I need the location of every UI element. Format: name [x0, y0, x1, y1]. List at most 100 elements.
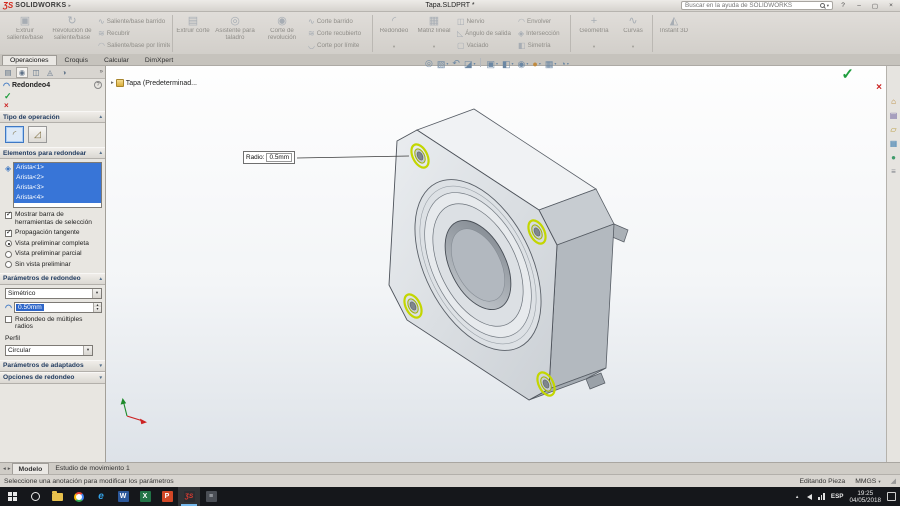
revolved-cut-button[interactable]: ◉ Corte de revolución — [259, 14, 305, 53]
menu-expand-icon[interactable]: ▸ — [68, 3, 71, 9]
dropdown-caret-icon[interactable] — [539, 57, 541, 69]
dropdown-caret-icon[interactable] — [473, 57, 475, 69]
boundary-boss-button[interactable]: ◠ Saliente/base por límite — [96, 40, 170, 52]
edit-appearance-button[interactable]: ● — [532, 57, 540, 69]
lofted-boss-button[interactable]: ≋ Recubrir — [96, 27, 170, 39]
part-model[interactable] — [388, 108, 629, 401]
action-center-icon[interactable] — [887, 492, 896, 501]
view-orientation-button[interactable]: ▣ — [486, 57, 498, 69]
search-icon[interactable] — [819, 3, 825, 8]
draft-button[interactable]: ◺ Ángulo de salida — [455, 27, 515, 39]
boundary-cut-button[interactable]: ◡ Corte por límite — [306, 40, 370, 52]
confirm-cancel-button[interactable]: × — [876, 83, 882, 93]
wrap-button[interactable]: ◠ Envolver — [516, 15, 568, 27]
configurationmanager-tab[interactable]: ◫ — [30, 67, 42, 78]
zoom-fit-button[interactable]: ◎ — [425, 58, 433, 68]
confirm-ok-button[interactable]: ✓ — [841, 67, 854, 82]
symmetry-dropdown[interactable]: Simétrico — [5, 287, 102, 299]
taskpane-file-explorer-icon[interactable]: ▱ — [888, 124, 899, 135]
status-options-icon[interactable]: ◢ — [891, 477, 896, 485]
help-button[interactable]: ? — [837, 2, 849, 9]
lofted-cut-button[interactable]: ≋ Corte recubierto — [306, 27, 370, 39]
pm-cancel-button[interactable]: × — [4, 102, 9, 110]
dropdown-caret-icon[interactable] — [496, 57, 498, 69]
tab-operaciones[interactable]: Operaciones — [2, 55, 57, 65]
edge-selection-list[interactable]: Arista<1> Arista<2> Arista<3> Arista<4> — [13, 162, 102, 208]
dropdown-caret-icon[interactable] — [554, 57, 556, 69]
tab-calcular[interactable]: Calcular — [96, 55, 137, 65]
previous-view-button[interactable]: ↶ — [452, 58, 460, 68]
help-search-input[interactable] — [685, 2, 818, 9]
taskpane-view-palette-icon[interactable]: ▦ — [888, 138, 899, 149]
units-selector[interactable]: MMGS — [855, 478, 880, 485]
extrude-cut-button[interactable]: ▤ Extruir corte — [175, 14, 211, 53]
hidden-icons-chevron[interactable]: ▴ — [796, 494, 799, 500]
tab-dimxpert[interactable]: DimXpert — [137, 55, 181, 65]
close-button[interactable]: × — [885, 2, 897, 9]
radius-input[interactable]: 0.50mm ▴ ▾ — [13, 301, 102, 313]
volume-icon[interactable] — [804, 493, 813, 500]
dimxpertmanager-tab[interactable]: ◬ — [44, 67, 56, 78]
pm-ok-button[interactable]: ✓ — [4, 91, 12, 101]
network-icon[interactable] — [818, 493, 825, 500]
displaymanager-tab[interactable]: ◑ — [58, 67, 70, 78]
taskbar-powerpoint[interactable]: P — [156, 487, 178, 506]
tab-croquis[interactable]: Croquis — [57, 55, 96, 65]
spinner-control[interactable]: ▴ ▾ — [93, 302, 101, 312]
edge-list-item[interactable]: Arista<2> — [14, 173, 101, 183]
feature-tree-flyout[interactable]: ▸ Tapa (Predeterminad... — [111, 79, 197, 87]
swept-boss-button[interactable]: ∿ Saliente/base barrido — [96, 15, 170, 27]
extrude-boss-button[interactable]: ▣ Extruir saliente/base — [2, 14, 48, 53]
fillet-button[interactable]: ◜ Redondeo — [375, 14, 413, 53]
taskpane-appearances-icon[interactable]: ● — [888, 152, 899, 163]
display-style-button[interactable]: ◧ — [502, 57, 514, 69]
pm-help-icon[interactable]: ? — [94, 81, 102, 89]
profile-dropdown[interactable]: Circular — [5, 344, 93, 356]
radius-callout[interactable]: Radio: 0.5mm — [243, 151, 296, 164]
taskpane-custom-properties-icon[interactable]: ≡ — [888, 166, 899, 177]
radio-no-preview[interactable] — [5, 261, 12, 269]
dropdown-caret-icon[interactable] — [593, 35, 595, 53]
fillet-type-constant-button[interactable]: ◜ — [5, 126, 24, 143]
fillet-type-variable-button[interactable]: ◿ — [28, 126, 47, 143]
hide-show-items-button[interactable]: ◉ — [518, 57, 529, 69]
dropdown-caret-icon[interactable] — [92, 288, 101, 298]
part-right-face[interactable] — [548, 223, 615, 390]
search-options-icon[interactable]: ▾ — [827, 3, 829, 9]
taskbar-file-explorer[interactable] — [46, 487, 68, 506]
edge-list-item[interactable]: Arista<1> — [14, 163, 101, 173]
language-indicator[interactable]: ESP — [831, 493, 844, 500]
swept-cut-button[interactable]: ∿ Corte barrido — [306, 15, 370, 27]
taskbar-excel[interactable]: X — [134, 487, 156, 506]
apply-scene-button[interactable]: ▦ — [545, 57, 557, 69]
taskbar-notepad[interactable]: ≡ — [200, 487, 222, 506]
taskbar-word[interactable]: W — [112, 487, 134, 506]
revolve-boss-button[interactable]: ↻ Revolución de saliente/base — [49, 14, 95, 53]
graphics-area[interactable] — [106, 66, 900, 462]
section-header-setback-parameters[interactable]: Parámetros de adaptados — [0, 359, 105, 372]
callout-radius-input[interactable]: 0.5mm — [266, 153, 293, 162]
dropdown-caret-icon[interactable] — [512, 57, 514, 69]
tab-modelo[interactable]: Modelo — [11, 463, 50, 474]
clock[interactable]: 19:25 04/05/2018 — [849, 490, 881, 504]
taskbar-chrome[interactable] — [68, 487, 90, 506]
section-header-fillet-type[interactable]: Tipo de operación — [0, 111, 105, 123]
instant-3d-button[interactable]: ◭ Instant 3D — [655, 14, 693, 53]
dropdown-caret-icon[interactable] — [526, 57, 528, 69]
checkbox-tangent-propagation[interactable] — [5, 229, 12, 237]
linear-pattern-button[interactable]: ▦ Matriz lineal — [414, 14, 454, 53]
dropdown-caret-icon[interactable] — [632, 35, 634, 53]
minimize-button[interactable]: – — [853, 2, 865, 9]
edge-list-item[interactable]: Arista<3> — [14, 183, 101, 193]
dropdown-caret-icon[interactable] — [567, 57, 569, 69]
tab-motion-study[interactable]: Estudio de movimiento 1 — [49, 463, 135, 474]
dropdown-caret-icon[interactable] — [393, 35, 395, 53]
intersect-button[interactable]: ◈ Intersección — [516, 27, 568, 39]
section-header-items-to-fillet[interactable]: Elementos para redondear — [0, 147, 105, 159]
zoom-area-button[interactable]: ▧ — [437, 57, 449, 69]
checkbox-show-selection-toolbar[interactable] — [5, 211, 12, 219]
view-settings-button[interactable]: ◔ — [560, 57, 568, 69]
propertymanager-tab[interactable]: ◉ — [16, 66, 28, 78]
restore-button[interactable]: ▢ — [869, 2, 881, 10]
radio-partial-preview[interactable] — [5, 250, 12, 258]
